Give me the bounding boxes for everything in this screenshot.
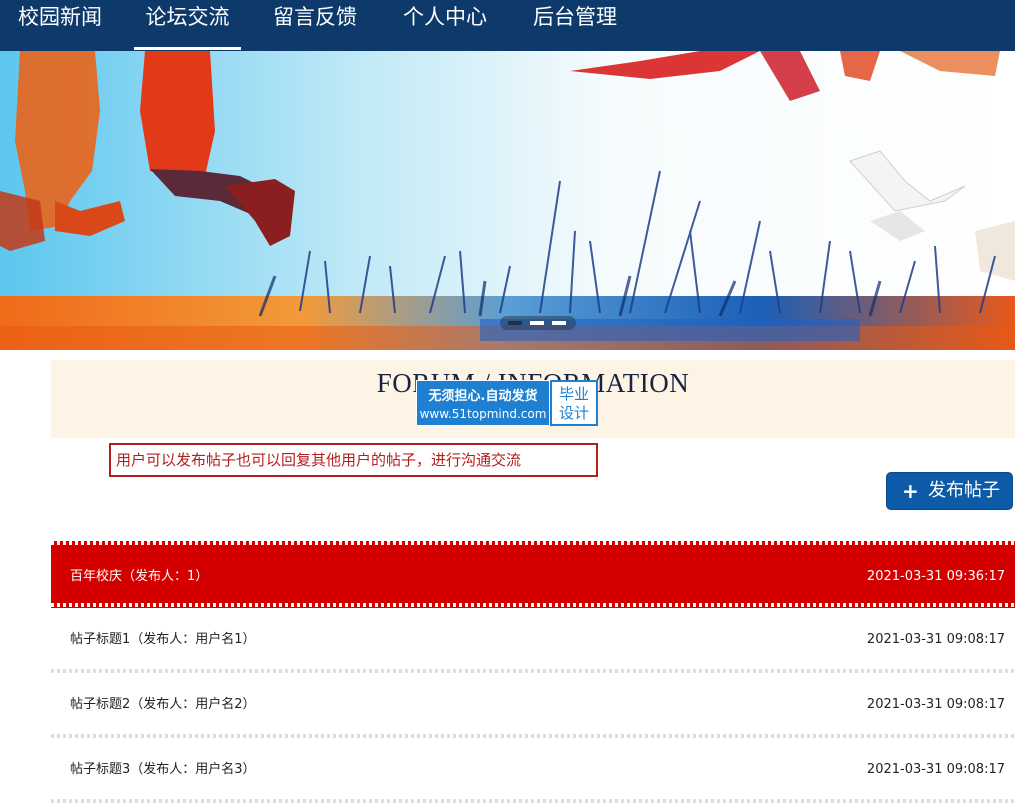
watermark-line-2: www.51topmind.com	[419, 407, 547, 421]
carousel-dot-2[interactable]	[530, 321, 544, 325]
top-nav: 校园新闻 论坛交流 留言反馈 个人中心 后台管理	[0, 0, 1015, 51]
post-row[interactable]: 百年校庆（发布人：1） 2021-03-31 09:36:17	[51, 545, 1015, 608]
watermark-line-1: 无须担心.自动发货	[428, 389, 538, 404]
post-row[interactable]: 帖子标题3（发布人：用户名3） 2021-03-31 09:08:17	[51, 738, 1015, 801]
watermark-badge-line-1: 毕业	[558, 385, 589, 403]
post-row[interactable]: 帖子标题2（发布人：用户名2） 2021-03-31 09:08:17	[51, 673, 1015, 736]
post-title[interactable]: 帖子标题3（发布人：用户名3）	[70, 738, 256, 801]
post-time: 2021-03-31 09:08:17	[866, 632, 1005, 647]
feature-note: 用户可以发布帖子也可以回复其他用户的帖子，进行沟通交流	[109, 443, 598, 477]
carousel-dot-1[interactable]	[508, 321, 522, 325]
watermark-banner: 无须担心.自动发货 www.51topmind.com	[416, 380, 550, 426]
new-post-button[interactable]: + 发布帖子	[886, 472, 1013, 510]
nav-item-campus-news[interactable]: 校园新闻	[12, 0, 108, 51]
carousel-indicators	[500, 316, 576, 330]
post-time: 2021-03-31 09:08:17	[866, 697, 1005, 712]
list-divider	[51, 799, 1015, 803]
post-title[interactable]: 帖子标题1（发布人：用户名1）	[70, 608, 256, 671]
new-post-button-label: 发布帖子	[928, 480, 1000, 501]
post-title[interactable]: 帖子标题2（发布人：用户名2）	[70, 673, 256, 736]
carousel-dot-3[interactable]	[552, 321, 566, 325]
post-time: 2021-03-31 09:36:17	[866, 569, 1005, 584]
post-time: 2021-03-31 09:08:17	[866, 762, 1005, 777]
watermark-badge: 毕业 设计	[550, 380, 598, 426]
nav-item-feedback[interactable]: 留言反馈	[264, 0, 366, 51]
nav-item-forum[interactable]: 论坛交流	[134, 0, 241, 51]
post-title[interactable]: 百年校庆（发布人：1）	[70, 545, 208, 608]
banner-carousel[interactable]	[0, 51, 1015, 350]
plus-icon: +	[902, 479, 919, 503]
nav-item-admin[interactable]: 后台管理	[524, 0, 626, 51]
list-divider	[51, 603, 1015, 607]
watermark-badge-line-2: 设计	[558, 404, 589, 422]
banner-image	[0, 51, 1015, 350]
nav-item-profile[interactable]: 个人中心	[394, 0, 496, 51]
post-row[interactable]: 帖子标题1（发布人：用户名1） 2021-03-31 09:08:17	[51, 608, 1015, 671]
